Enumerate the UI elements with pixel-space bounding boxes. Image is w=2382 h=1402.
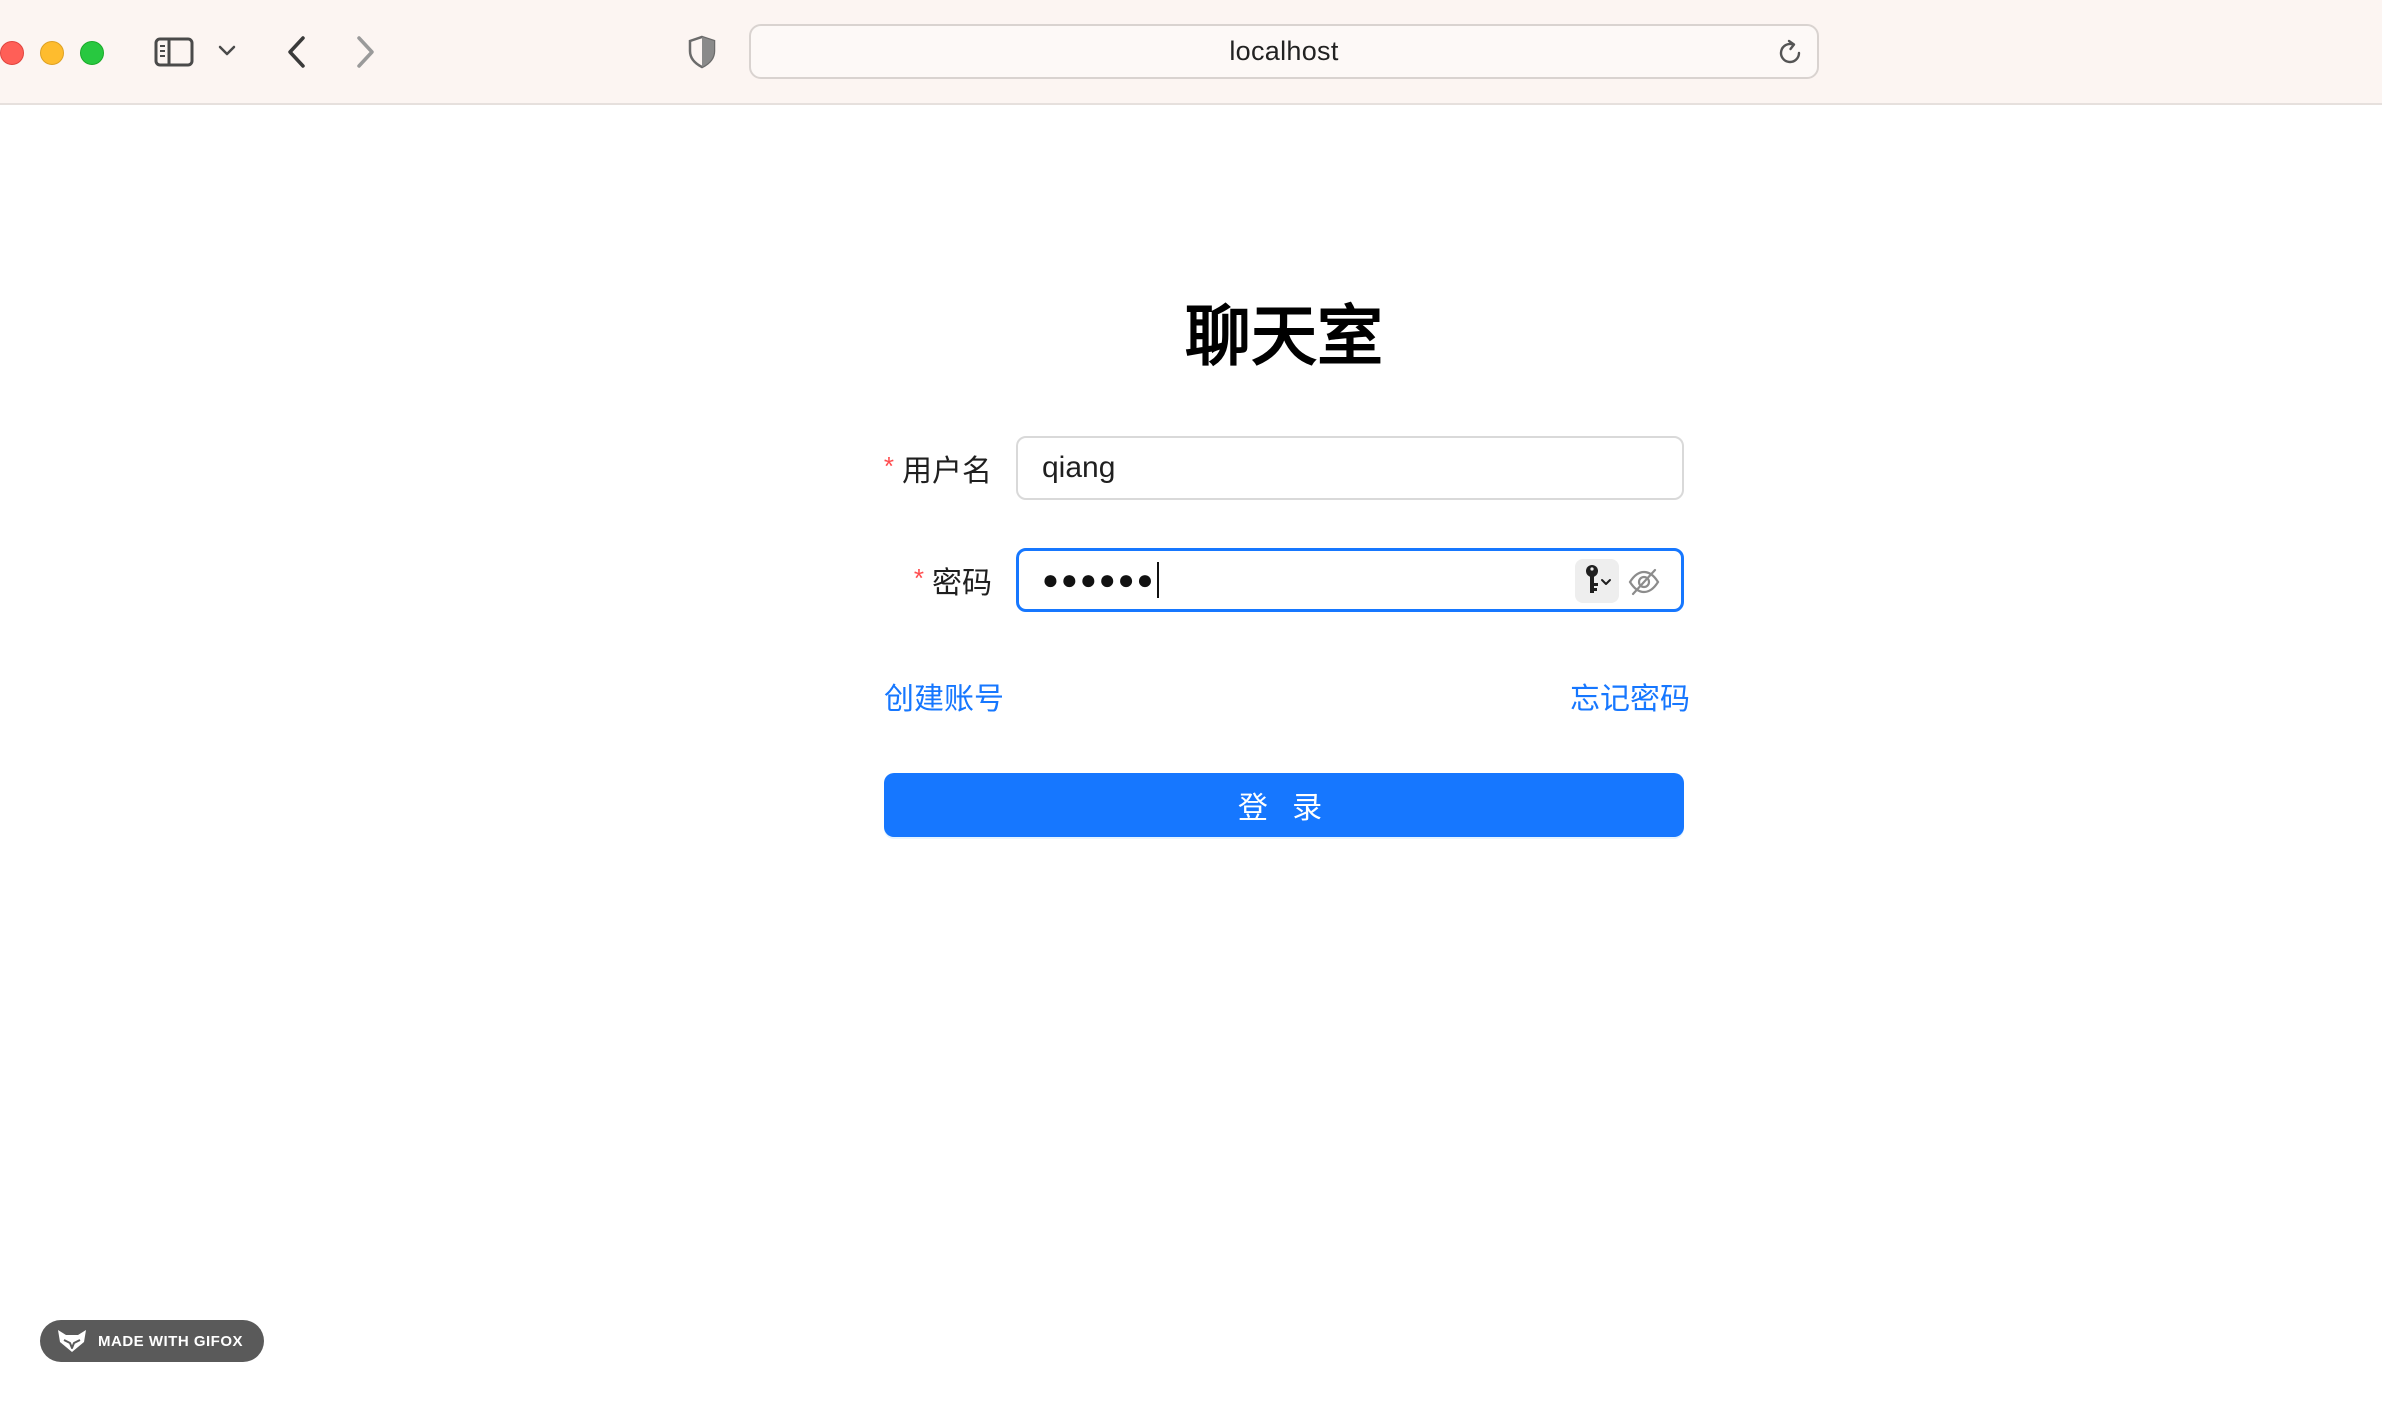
watermark-text: MADE WITH GIFOX	[98, 1332, 243, 1350]
tab-menu-button[interactable]	[216, 40, 238, 62]
forgot-password-link[interactable]: 忘记密码	[1570, 674, 1690, 718]
sidebar-icon	[154, 37, 194, 67]
fox-logo-icon	[58, 1330, 86, 1352]
close-window-button[interactable]	[0, 41, 24, 65]
password-autofill-button[interactable]	[1575, 559, 1619, 603]
browser-toolbar: localhost	[0, 0, 2382, 105]
username-label-text: 用户名	[902, 455, 992, 488]
privacy-report-button[interactable]	[686, 32, 718, 72]
create-account-link[interactable]: 创建账号	[884, 674, 1004, 718]
back-button[interactable]	[280, 32, 312, 72]
username-label: * 用户名	[850, 436, 992, 500]
login-button[interactable]: 登 录	[884, 773, 1684, 837]
key-icon	[1586, 565, 1611, 593]
chevron-left-icon	[288, 36, 305, 68]
sidebar-toggle-button[interactable]	[152, 34, 196, 70]
password-label-text: 密码	[932, 567, 992, 600]
eye-off-icon[interactable]	[1627, 565, 1661, 599]
maximize-window-button[interactable]	[80, 41, 104, 65]
chevron-right-icon	[357, 36, 374, 68]
required-mark: *	[913, 562, 924, 593]
minimize-window-button[interactable]	[40, 41, 64, 65]
text-caret	[1157, 562, 1160, 598]
chevron-down-icon	[218, 45, 236, 56]
password-input-value: ●●●●●●	[1042, 564, 1156, 595]
address-bar[interactable]: localhost	[749, 24, 1819, 79]
username-input-value: qiang	[1042, 451, 1116, 484]
password-label: * 密码	[850, 548, 992, 612]
required-mark: *	[883, 450, 894, 481]
reload-icon[interactable]	[1775, 38, 1805, 68]
gifox-watermark: MADE WITH GIFOX	[40, 1320, 264, 1362]
username-input[interactable]: qiang	[1016, 436, 1684, 500]
address-bar-url: localhost	[1229, 36, 1339, 66]
shield-icon	[688, 35, 716, 69]
page-title: 聊天室	[1185, 297, 1383, 375]
password-input[interactable]: ●●●●●●	[1016, 548, 1684, 612]
forward-button[interactable]	[350, 32, 382, 72]
